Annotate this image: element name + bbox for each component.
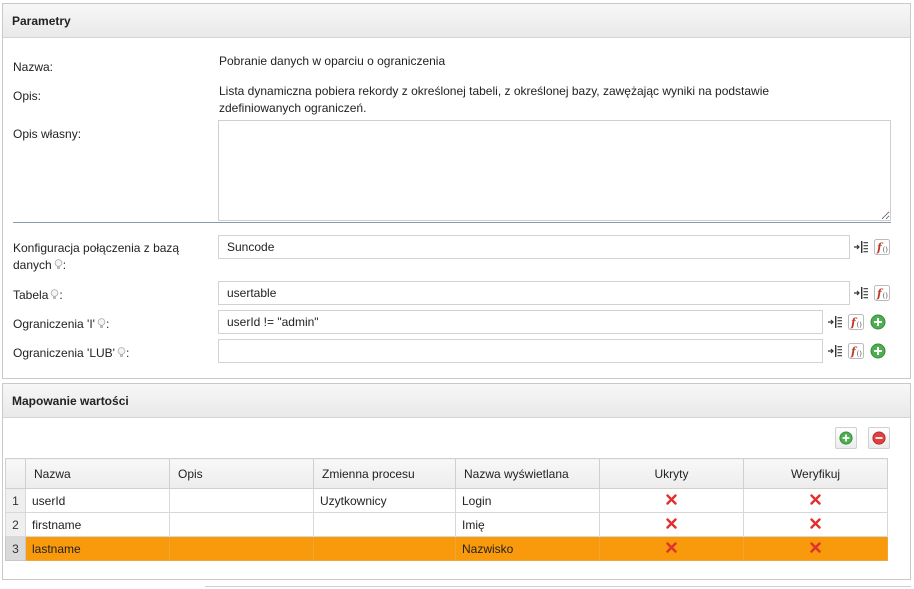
cross-icon: [810, 518, 821, 529]
list-select-icon[interactable]: [853, 285, 869, 301]
remove-icon: [872, 431, 886, 445]
cell-name[interactable]: lastname: [25, 536, 170, 561]
row-number-header: [5, 458, 26, 489]
connection-label-line-1: Konfiguracja połączenia z bazą: [13, 241, 180, 255]
cell-name[interactable]: userId: [25, 488, 170, 513]
hint-bulb-icon[interactable]: [117, 347, 126, 358]
cell-display-name[interactable]: Login: [455, 488, 600, 513]
cell-process-variable[interactable]: [313, 536, 456, 561]
column-header-verify[interactable]: Weryfikuj: [743, 458, 888, 489]
hint-bulb-icon[interactable]: [50, 289, 59, 300]
table-row-selected[interactable]: 3 lastname Nazwisko: [5, 536, 888, 561]
bottom-border: [205, 586, 911, 587]
or-constraints-label: Ograniczenia 'LUB':: [13, 346, 130, 360]
table-header-row: Nazwa Opis Zmienna procesu Nazwa wyświet…: [5, 458, 888, 489]
cell-verify[interactable]: [743, 512, 888, 537]
mapping-table: Nazwa Opis Zmienna procesu Nazwa wyświet…: [5, 458, 888, 561]
function-editor-icon[interactable]: [848, 343, 864, 359]
name-label: Nazwa:: [13, 60, 54, 74]
connection-label: Konfiguracja połączenia z bazą danych:: [13, 241, 180, 272]
cell-name[interactable]: firstname: [25, 512, 170, 537]
cell-description[interactable]: [169, 536, 314, 561]
cell-display-name[interactable]: Imię: [455, 512, 600, 537]
add-constraint-icon[interactable]: [870, 343, 886, 359]
cell-hidden[interactable]: [599, 488, 744, 513]
remove-row-button[interactable]: [868, 427, 890, 449]
cell-verify[interactable]: [743, 488, 888, 513]
list-select-icon[interactable]: [827, 343, 843, 359]
column-header-display-name[interactable]: Nazwa wyświetlana: [455, 458, 600, 489]
value-mapping-panel-title: Mapowanie wartości: [3, 384, 910, 418]
function-editor-icon[interactable]: [848, 314, 864, 330]
description-line-2: zdefiniowanych ograniczeń.: [219, 101, 367, 115]
cell-display-name[interactable]: Nazwisko: [455, 536, 600, 561]
table-label: Tabela:: [13, 288, 63, 302]
cross-icon: [810, 542, 821, 553]
list-select-icon[interactable]: [827, 314, 843, 330]
cell-process-variable[interactable]: [313, 512, 456, 537]
cross-icon: [666, 494, 677, 505]
and-constraints-input[interactable]: userId != "admin": [218, 310, 823, 334]
cell-description[interactable]: [169, 512, 314, 537]
add-constraint-icon[interactable]: [870, 314, 886, 330]
table-row[interactable]: 2 firstname Imię: [5, 512, 888, 537]
column-header-process-variable[interactable]: Zmienna procesu: [313, 458, 456, 489]
and-constraints-label: Ograniczenia 'I':: [13, 317, 110, 331]
cell-hidden[interactable]: [599, 536, 744, 561]
cross-icon: [666, 518, 677, 529]
connection-label-line-2: danych: [13, 258, 52, 272]
cross-icon: [666, 542, 677, 553]
name-value: Pobranie danych w oparciu o ograniczenia: [219, 54, 446, 68]
parameters-panel-title: Parametry: [3, 4, 910, 38]
cell-process-variable[interactable]: Uzytkownicy: [313, 488, 456, 513]
or-constraints-label-text: Ograniczenia 'LUB': [13, 346, 115, 360]
parameters-panel: Parametry Nazwa: Pobranie danych w oparc…: [2, 3, 911, 379]
hint-bulb-icon[interactable]: [54, 258, 63, 269]
or-constraints-input[interactable]: [218, 339, 823, 363]
column-header-name[interactable]: Nazwa: [25, 458, 170, 489]
cross-icon: [810, 494, 821, 505]
and-constraints-label-text: Ograniczenia 'I': [13, 317, 95, 331]
own-description-textarea[interactable]: [218, 120, 891, 221]
section-divider: [13, 222, 891, 223]
row-number: 1: [5, 488, 26, 513]
function-editor-icon[interactable]: [874, 239, 890, 255]
description-line-1: Lista dynamiczna pobiera rekordy z okreś…: [219, 84, 770, 98]
add-row-button[interactable]: [835, 427, 857, 449]
hint-bulb-icon[interactable]: [97, 318, 106, 329]
cell-verify[interactable]: [743, 536, 888, 561]
table-label-text: Tabela: [13, 288, 49, 302]
connection-input[interactable]: Suncode: [218, 235, 850, 259]
list-select-icon[interactable]: [853, 239, 869, 255]
value-mapping-panel: Mapowanie wartości Nazwa Opis Zmienna pr…: [2, 383, 911, 580]
description-label: Opis:: [13, 89, 42, 103]
column-header-hidden[interactable]: Ukryty: [599, 458, 744, 489]
cell-hidden[interactable]: [599, 512, 744, 537]
cell-description[interactable]: [169, 488, 314, 513]
column-header-description[interactable]: Opis: [169, 458, 314, 489]
function-editor-icon[interactable]: [874, 285, 890, 301]
add-icon: [839, 431, 853, 445]
table-input[interactable]: usertable: [218, 281, 850, 305]
row-number: 2: [5, 512, 26, 537]
own-description-label: Opis własny:: [13, 127, 82, 141]
row-number: 3: [5, 536, 26, 561]
table-row[interactable]: 1 userId Uzytkownicy Login: [5, 488, 888, 513]
